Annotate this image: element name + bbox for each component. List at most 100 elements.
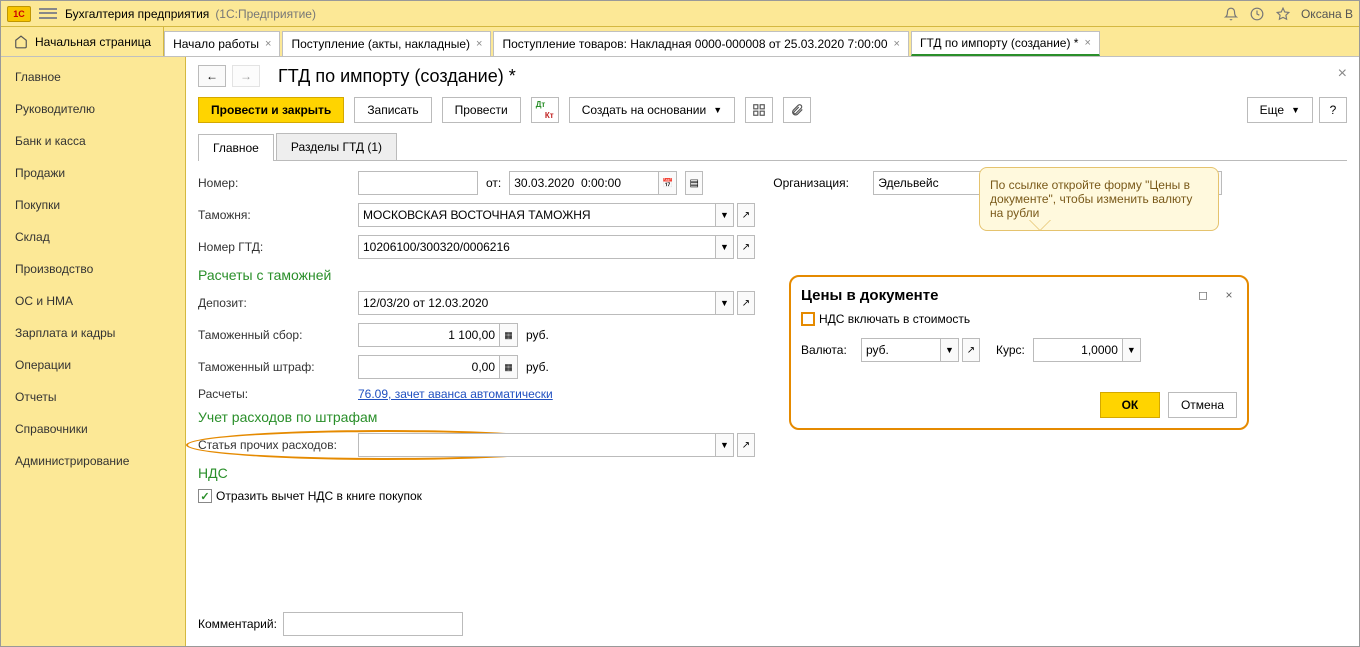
tab-gtd[interactable]: ГТД по импорту (создание) *× (911, 31, 1100, 56)
close-icon[interactable]: × (265, 38, 271, 50)
section-vat: НДС (198, 465, 1347, 481)
open-icon[interactable]: ↗ (737, 203, 755, 227)
submit-button[interactable]: Провести и закрыть (198, 97, 344, 123)
open-icon[interactable]: ↗ (737, 291, 755, 315)
close-icon[interactable]: × (894, 38, 900, 50)
popup-rate-input[interactable] (1033, 338, 1123, 362)
maximize-icon[interactable]: ◻ (1195, 287, 1211, 303)
structure-button[interactable] (745, 97, 773, 123)
open-icon[interactable]: ↗ (737, 235, 755, 259)
sidebar-item-purchases[interactable]: Покупки (1, 189, 185, 221)
sidebar-item-production[interactable]: Производство (1, 253, 185, 285)
popup-currency-input[interactable] (861, 338, 941, 362)
vat-cost-checkbox[interactable] (801, 312, 815, 326)
open-icon[interactable]: ↗ (962, 338, 980, 362)
date-input[interactable] (509, 171, 659, 195)
dropdown-icon[interactable]: ▼ (716, 203, 734, 227)
more-button[interactable]: Еще▼ (1247, 97, 1313, 123)
tab-receipt-doc[interactable]: Поступление товаров: Накладная 0000-0000… (493, 31, 909, 56)
create-based-button[interactable]: Создать на основании▼ (569, 97, 735, 123)
deposit-label: Депозит: (198, 296, 358, 310)
tab-main[interactable]: Главное (198, 134, 274, 161)
open-icon[interactable]: ↗ (737, 433, 755, 457)
close-icon[interactable]: × (1221, 287, 1237, 303)
home-icon (13, 34, 29, 50)
user-name[interactable]: Оксана В (1301, 7, 1353, 21)
bell-icon[interactable] (1223, 6, 1239, 22)
sidebar-item-catalogs[interactable]: Справочники (1, 413, 185, 445)
home-label: Начальная страница (35, 35, 151, 49)
dropdown-icon[interactable]: ▼ (716, 235, 734, 259)
dropdown-icon[interactable]: ▼ (716, 433, 734, 457)
toolbar: Провести и закрыть Записать Провести Соз… (198, 97, 1347, 123)
tab-receipts[interactable]: Поступление (акты, накладные)× (282, 31, 491, 56)
fine-input[interactable] (358, 355, 500, 379)
forward-button[interactable]: → (232, 65, 260, 87)
calc-label: Расчеты: (198, 387, 358, 401)
dropdown-icon[interactable]: ▼ (716, 291, 734, 315)
posted-icon[interactable]: ▤ (685, 171, 703, 195)
hamburger-icon[interactable] (39, 7, 57, 21)
dropdown-icon[interactable]: ▼ (1123, 338, 1141, 362)
sidebar-item-bank[interactable]: Банк и касса (1, 125, 185, 157)
post-button[interactable]: Провести (442, 97, 521, 123)
titlebar: 1C Бухгалтерия предприятия (1С:Предприят… (1, 1, 1359, 27)
calc-icon[interactable]: ▦ (500, 355, 518, 379)
comment-label: Комментарий: (198, 617, 277, 631)
calc-icon[interactable]: ▦ (500, 323, 518, 347)
calc-link[interactable]: 76.09, зачет аванса автоматически (358, 387, 553, 401)
sidebar-item-main[interactable]: Главное (1, 61, 185, 93)
expense-label: Статья прочих расходов: (198, 438, 358, 452)
sidebar-item-admin[interactable]: Администрирование (1, 445, 185, 477)
expense-input[interactable] (358, 433, 716, 457)
gtd-no-input[interactable] (358, 235, 716, 259)
logo-1c: 1C (7, 6, 31, 22)
back-button[interactable]: ← (198, 65, 226, 87)
prices-popup: ◻ × Цены в документе НДС включать в стои… (789, 275, 1249, 430)
close-icon[interactable]: × (476, 38, 482, 50)
vat-check-label: Отразить вычет НДС в книге покупок (216, 489, 422, 503)
tooltip: По ссылке откройте форму "Цены в докумен… (979, 167, 1219, 231)
fee-input[interactable] (358, 323, 500, 347)
tab-gtd-sections[interactable]: Разделы ГТД (1) (276, 133, 397, 160)
calendar-icon[interactable]: 📅 (659, 171, 677, 195)
sidebar-item-operations[interactable]: Операции (1, 349, 185, 381)
help-button[interactable]: ? (1319, 97, 1347, 123)
sidebar-item-hr[interactable]: Зарплата и кадры (1, 317, 185, 349)
popup-title: Цены в документе (801, 287, 1237, 304)
deposit-input[interactable] (358, 291, 716, 315)
sidebar-item-warehouse[interactable]: Склад (1, 221, 185, 253)
sidebar-item-assets[interactable]: ОС и НМА (1, 285, 185, 317)
dtkt-button[interactable] (531, 97, 559, 123)
popup-currency-label: Валюта: (801, 343, 861, 357)
fee-label: Таможенный сбор: (198, 328, 358, 342)
sidebar-item-manager[interactable]: Руководителю (1, 93, 185, 125)
fine-currency: руб. (526, 360, 549, 374)
dtkt-icon (536, 102, 554, 118)
customs-input[interactable] (358, 203, 716, 227)
comment-input[interactable] (283, 612, 463, 636)
form-tabs: Главное Разделы ГТД (1) (198, 133, 1347, 161)
main-tabs: Начальная страница Начало работы× Поступ… (1, 27, 1359, 57)
app-title: Бухгалтерия предприятия (65, 7, 209, 21)
gtd-no-label: Номер ГТД: (198, 240, 358, 254)
close-page-icon[interactable]: × (1338, 65, 1347, 83)
app-suffix: (1С:Предприятие) (215, 7, 316, 21)
save-button[interactable]: Записать (354, 97, 431, 123)
cancel-button[interactable]: Отмена (1168, 392, 1237, 418)
ok-button[interactable]: ОК (1100, 392, 1160, 418)
org-label: Организация: (773, 176, 873, 190)
number-input[interactable] (358, 171, 478, 195)
history-icon[interactable] (1249, 6, 1265, 22)
vat-checkbox[interactable] (198, 489, 212, 503)
star-icon[interactable] (1275, 6, 1291, 22)
attach-button[interactable] (783, 97, 811, 123)
page-title: ГТД по импорту (создание) * (278, 66, 516, 87)
sidebar-item-sales[interactable]: Продажи (1, 157, 185, 189)
content: × ← → ГТД по импорту (создание) * Провес… (186, 57, 1359, 646)
tab-start[interactable]: Начало работы× (164, 31, 280, 56)
sidebar-item-reports[interactable]: Отчеты (1, 381, 185, 413)
home-tab[interactable]: Начальная страница (1, 27, 164, 56)
close-icon[interactable]: × (1084, 37, 1090, 49)
dropdown-icon[interactable]: ▼ (941, 338, 959, 362)
